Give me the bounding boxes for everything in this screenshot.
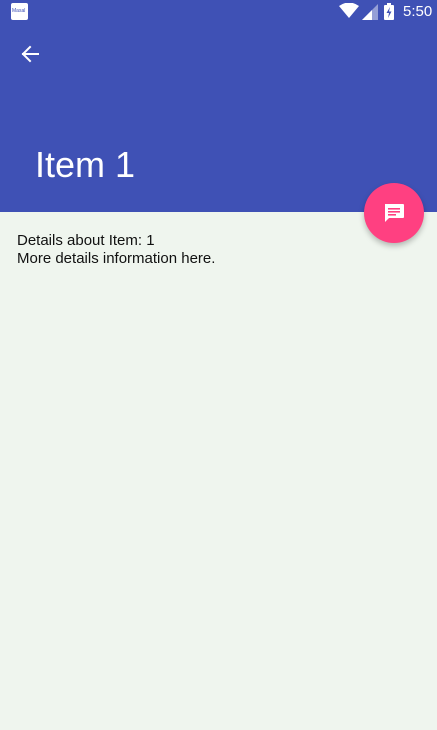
page-title: Item 1 (35, 144, 136, 185)
wifi-icon (339, 3, 359, 18)
signal-icon (362, 4, 378, 20)
item-details: Details about Item: 1 More details infor… (17, 232, 215, 268)
arrow-back-icon (21, 45, 39, 63)
status-time: 5:50 (403, 3, 433, 20)
details-line-2: More details information here. (17, 250, 216, 267)
details-line-1: Details about Item: 1 (17, 232, 155, 249)
back-button[interactable] (12, 36, 48, 72)
app-notification-icon: Masal (11, 3, 28, 20)
battery-icon (384, 3, 394, 20)
message-icon (385, 204, 404, 222)
message-fab-button[interactable] (364, 183, 424, 243)
status-bar: Masal 5:50 (0, 0, 437, 24)
notification-label: Masal (12, 8, 26, 14)
app-bar: Masal 5:50 Item 1 (0, 0, 437, 212)
